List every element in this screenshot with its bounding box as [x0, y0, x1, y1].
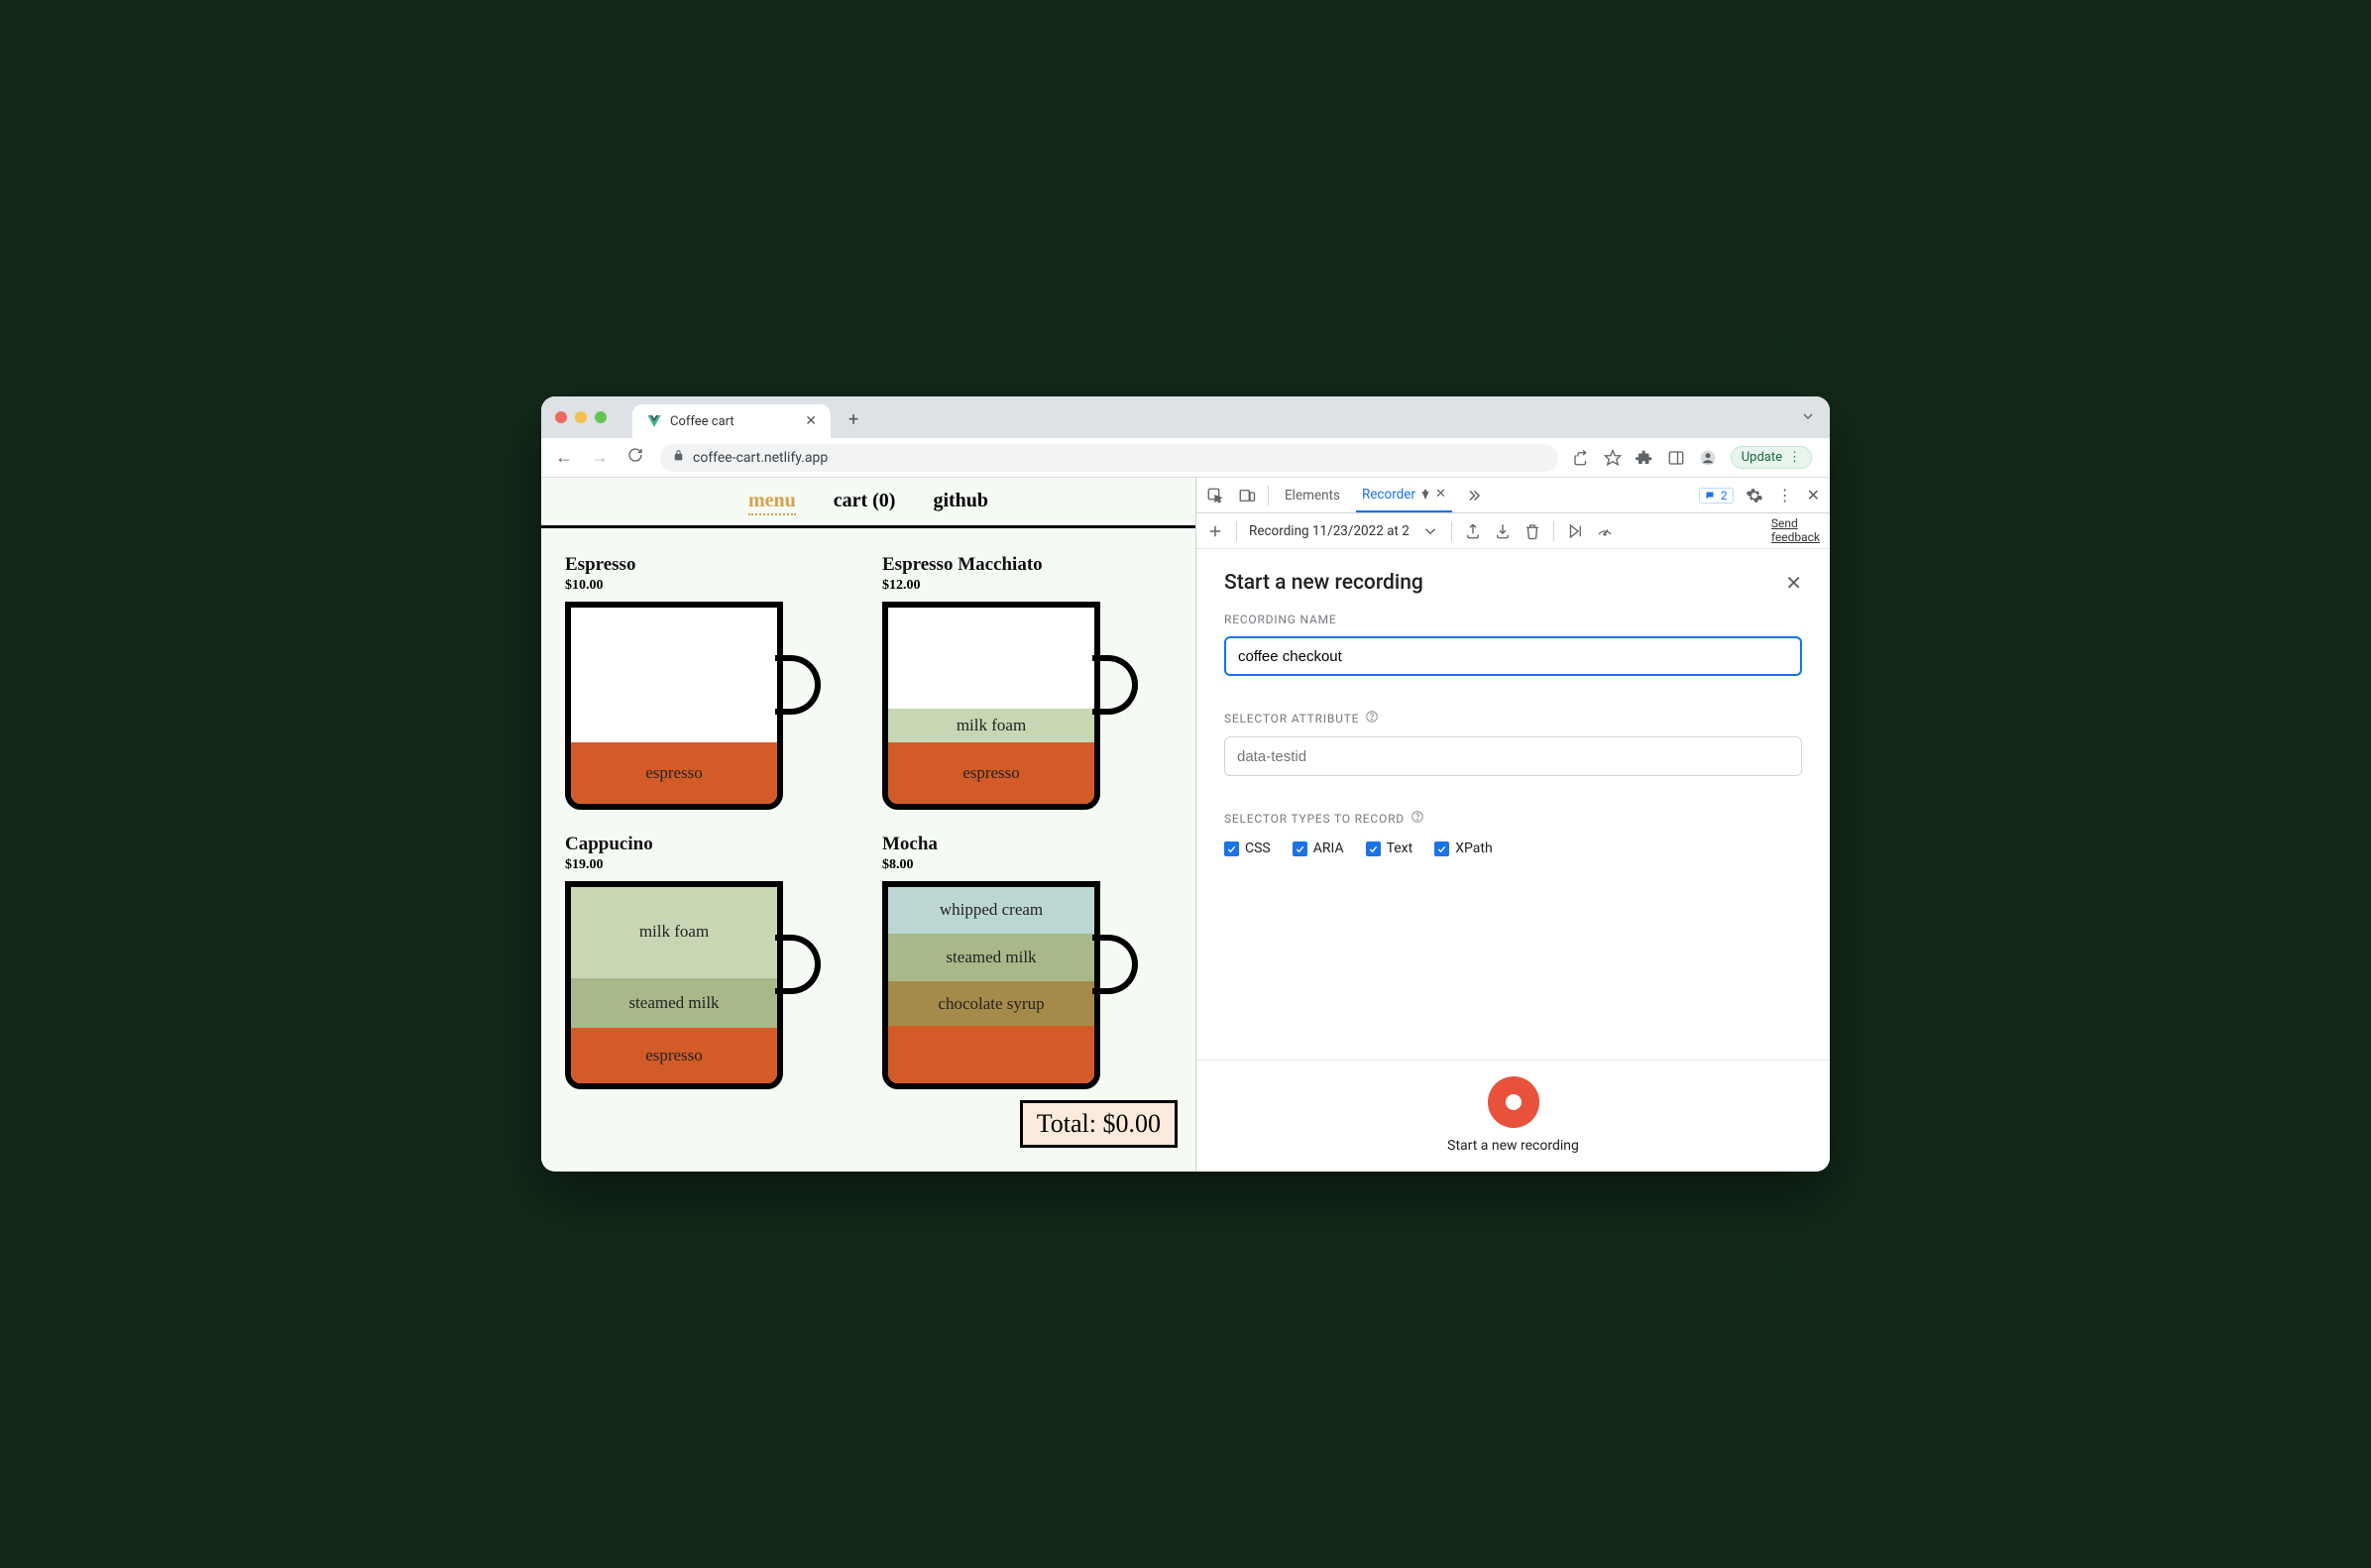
replay-icon[interactable]: [1566, 522, 1584, 540]
export-icon[interactable]: [1464, 522, 1482, 540]
close-icon[interactable]: ✕: [1785, 571, 1802, 595]
side-panel-icon[interactable]: [1667, 449, 1685, 467]
close-window-button[interactable]: [555, 411, 567, 423]
record-button-label: Start a new recording: [1447, 1138, 1579, 1154]
coffee-layer: espresso: [888, 742, 1094, 804]
minimize-window-button[interactable]: [575, 411, 587, 423]
update-button[interactable]: Update ⋮: [1731, 446, 1812, 469]
coffee-layer: espresso: [571, 1028, 777, 1083]
devtools-panel: Elements Recorder ✕ 2 ⋮ ✕ Re: [1195, 478, 1830, 1172]
record-button[interactable]: [1488, 1076, 1539, 1128]
selector-attr-input[interactable]: [1224, 736, 1802, 776]
titlebar: Coffee cart ✕ +: [541, 396, 1830, 438]
close-devtools-icon[interactable]: ✕: [1807, 486, 1820, 504]
profile-icon[interactable]: [1699, 449, 1717, 467]
url-bar: ← → coffee-cart.netlify.app Update ⋮: [541, 438, 1830, 478]
product-name: Espresso: [565, 554, 854, 576]
checkbox-css[interactable]: CSS: [1224, 840, 1271, 856]
chevron-down-icon[interactable]: [1421, 522, 1439, 540]
nav-menu[interactable]: menu: [748, 490, 796, 515]
address-field[interactable]: coffee-cart.netlify.app: [660, 444, 1558, 472]
browser-window: Coffee cart ✕ + ← → coffee-cart.netlify.…: [541, 396, 1830, 1172]
coffee-layer: [888, 1026, 1094, 1083]
product-price: $12.00: [882, 578, 1172, 594]
selector-attr-label: SELECTOR ATTRIBUTE: [1224, 712, 1359, 726]
recording-name-input[interactable]: [1224, 636, 1802, 676]
vue-favicon-icon: [646, 413, 662, 429]
coffee-cup-icon: espresso: [565, 602, 818, 810]
checkbox-xpath[interactable]: XPath: [1434, 840, 1492, 856]
url-text: coffee-cart.netlify.app: [693, 450, 828, 466]
forward-button[interactable]: →: [589, 447, 611, 468]
settings-icon[interactable]: [1746, 487, 1763, 504]
back-button[interactable]: ←: [553, 447, 575, 468]
coffee-layer: chocolate syrup: [888, 981, 1094, 1026]
product-card[interactable]: Cappucino $19.00 milk foamsteamed milkespr…: [565, 834, 854, 1089]
update-label: Update: [1742, 450, 1782, 465]
reload-button[interactable]: [624, 447, 646, 468]
close-panel-icon[interactable]: ✕: [1435, 487, 1446, 502]
recorder-title: Start a new recording: [1224, 571, 1423, 595]
product-card[interactable]: Espresso Macchiato $12.00 milk foamespress…: [882, 554, 1172, 810]
coffee-layer: steamed milk: [571, 978, 777, 1028]
product-price: $10.00: [565, 578, 854, 594]
coffee-layer: steamed milk: [888, 934, 1094, 981]
nav-cart[interactable]: cart (0): [834, 490, 896, 515]
device-icon[interactable]: [1238, 487, 1256, 504]
kebab-icon[interactable]: ⋮: [1777, 486, 1793, 504]
delete-icon[interactable]: [1524, 522, 1541, 540]
browser-tab[interactable]: Coffee cart ✕: [632, 404, 831, 438]
product-price: $19.00: [565, 857, 854, 873]
tab-elements[interactable]: Elements: [1279, 478, 1346, 512]
recorder-toolbar: Recording 11/23/2022 at 2 Send feedback: [1196, 513, 1830, 549]
star-icon[interactable]: [1604, 449, 1622, 467]
send-feedback-link[interactable]: Send feedback: [1771, 517, 1820, 543]
maximize-window-button[interactable]: [595, 411, 607, 423]
product-name: Mocha: [882, 834, 1172, 855]
share-icon[interactable]: [1572, 449, 1590, 467]
help-icon[interactable]: [1365, 710, 1379, 727]
lock-icon: [672, 449, 685, 466]
checkbox-aria[interactable]: ARIA: [1293, 840, 1344, 856]
product-price: $8.00: [882, 857, 1172, 873]
new-tab-button[interactable]: +: [848, 409, 858, 430]
new-recording-icon[interactable]: [1206, 522, 1224, 540]
help-icon[interactable]: [1411, 810, 1424, 827]
cart-total[interactable]: Total: $0.00: [1020, 1100, 1178, 1148]
coffee-layer: whipped cream: [888, 885, 1094, 934]
recording-name-label: RECORDING NAME: [1224, 613, 1802, 626]
site-nav: menu cart (0) github: [541, 478, 1195, 528]
window-controls: [555, 411, 607, 423]
selector-types-label: SELECTOR TYPES TO RECORD: [1224, 812, 1405, 826]
recording-select[interactable]: Recording 11/23/2022 at 2: [1249, 523, 1410, 539]
coffee-layer: espresso: [571, 742, 777, 804]
coffee-cup-icon: milk foamsteamed milkespresso: [565, 881, 818, 1089]
inspect-icon[interactable]: [1206, 487, 1224, 504]
checkbox-text[interactable]: Text: [1366, 840, 1413, 856]
issues-badge[interactable]: 2: [1699, 488, 1734, 504]
url-actions: Update ⋮: [1572, 446, 1812, 469]
tab-recorder[interactable]: Recorder ✕: [1356, 478, 1452, 512]
close-tab-icon[interactable]: ✕: [805, 413, 817, 429]
product-name: Espresso Macchiato: [882, 554, 1172, 576]
import-icon[interactable]: [1494, 522, 1512, 540]
product-name: Cappucino: [565, 834, 854, 855]
product-card[interactable]: Mocha $8.00 whipped creamsteamed milkchoco…: [882, 834, 1172, 1089]
nav-github[interactable]: github: [933, 490, 988, 515]
coffee-cup-icon: whipped creamsteamed milkchocolate syrup: [882, 881, 1135, 1089]
devtools-tabstrip: Elements Recorder ✕ 2 ⋮ ✕: [1196, 478, 1830, 513]
coffee-layer: milk foam: [888, 709, 1094, 742]
performance-icon[interactable]: [1596, 522, 1614, 540]
more-tabs-icon[interactable]: [1464, 487, 1482, 504]
coffee-layer: milk foam: [571, 885, 777, 978]
tab-overflow-icon[interactable]: [1800, 408, 1816, 428]
kebab-icon: ⋮: [1788, 450, 1801, 465]
webpage-viewport: menu cart (0) github Espresso $10.00 espre…: [541, 478, 1195, 1172]
tab-title: Coffee cart: [670, 414, 734, 429]
coffee-cup-icon: milk foamespresso: [882, 602, 1135, 810]
extensions-icon[interactable]: [1636, 449, 1653, 467]
product-card[interactable]: Espresso $10.00 espresso: [565, 554, 854, 810]
